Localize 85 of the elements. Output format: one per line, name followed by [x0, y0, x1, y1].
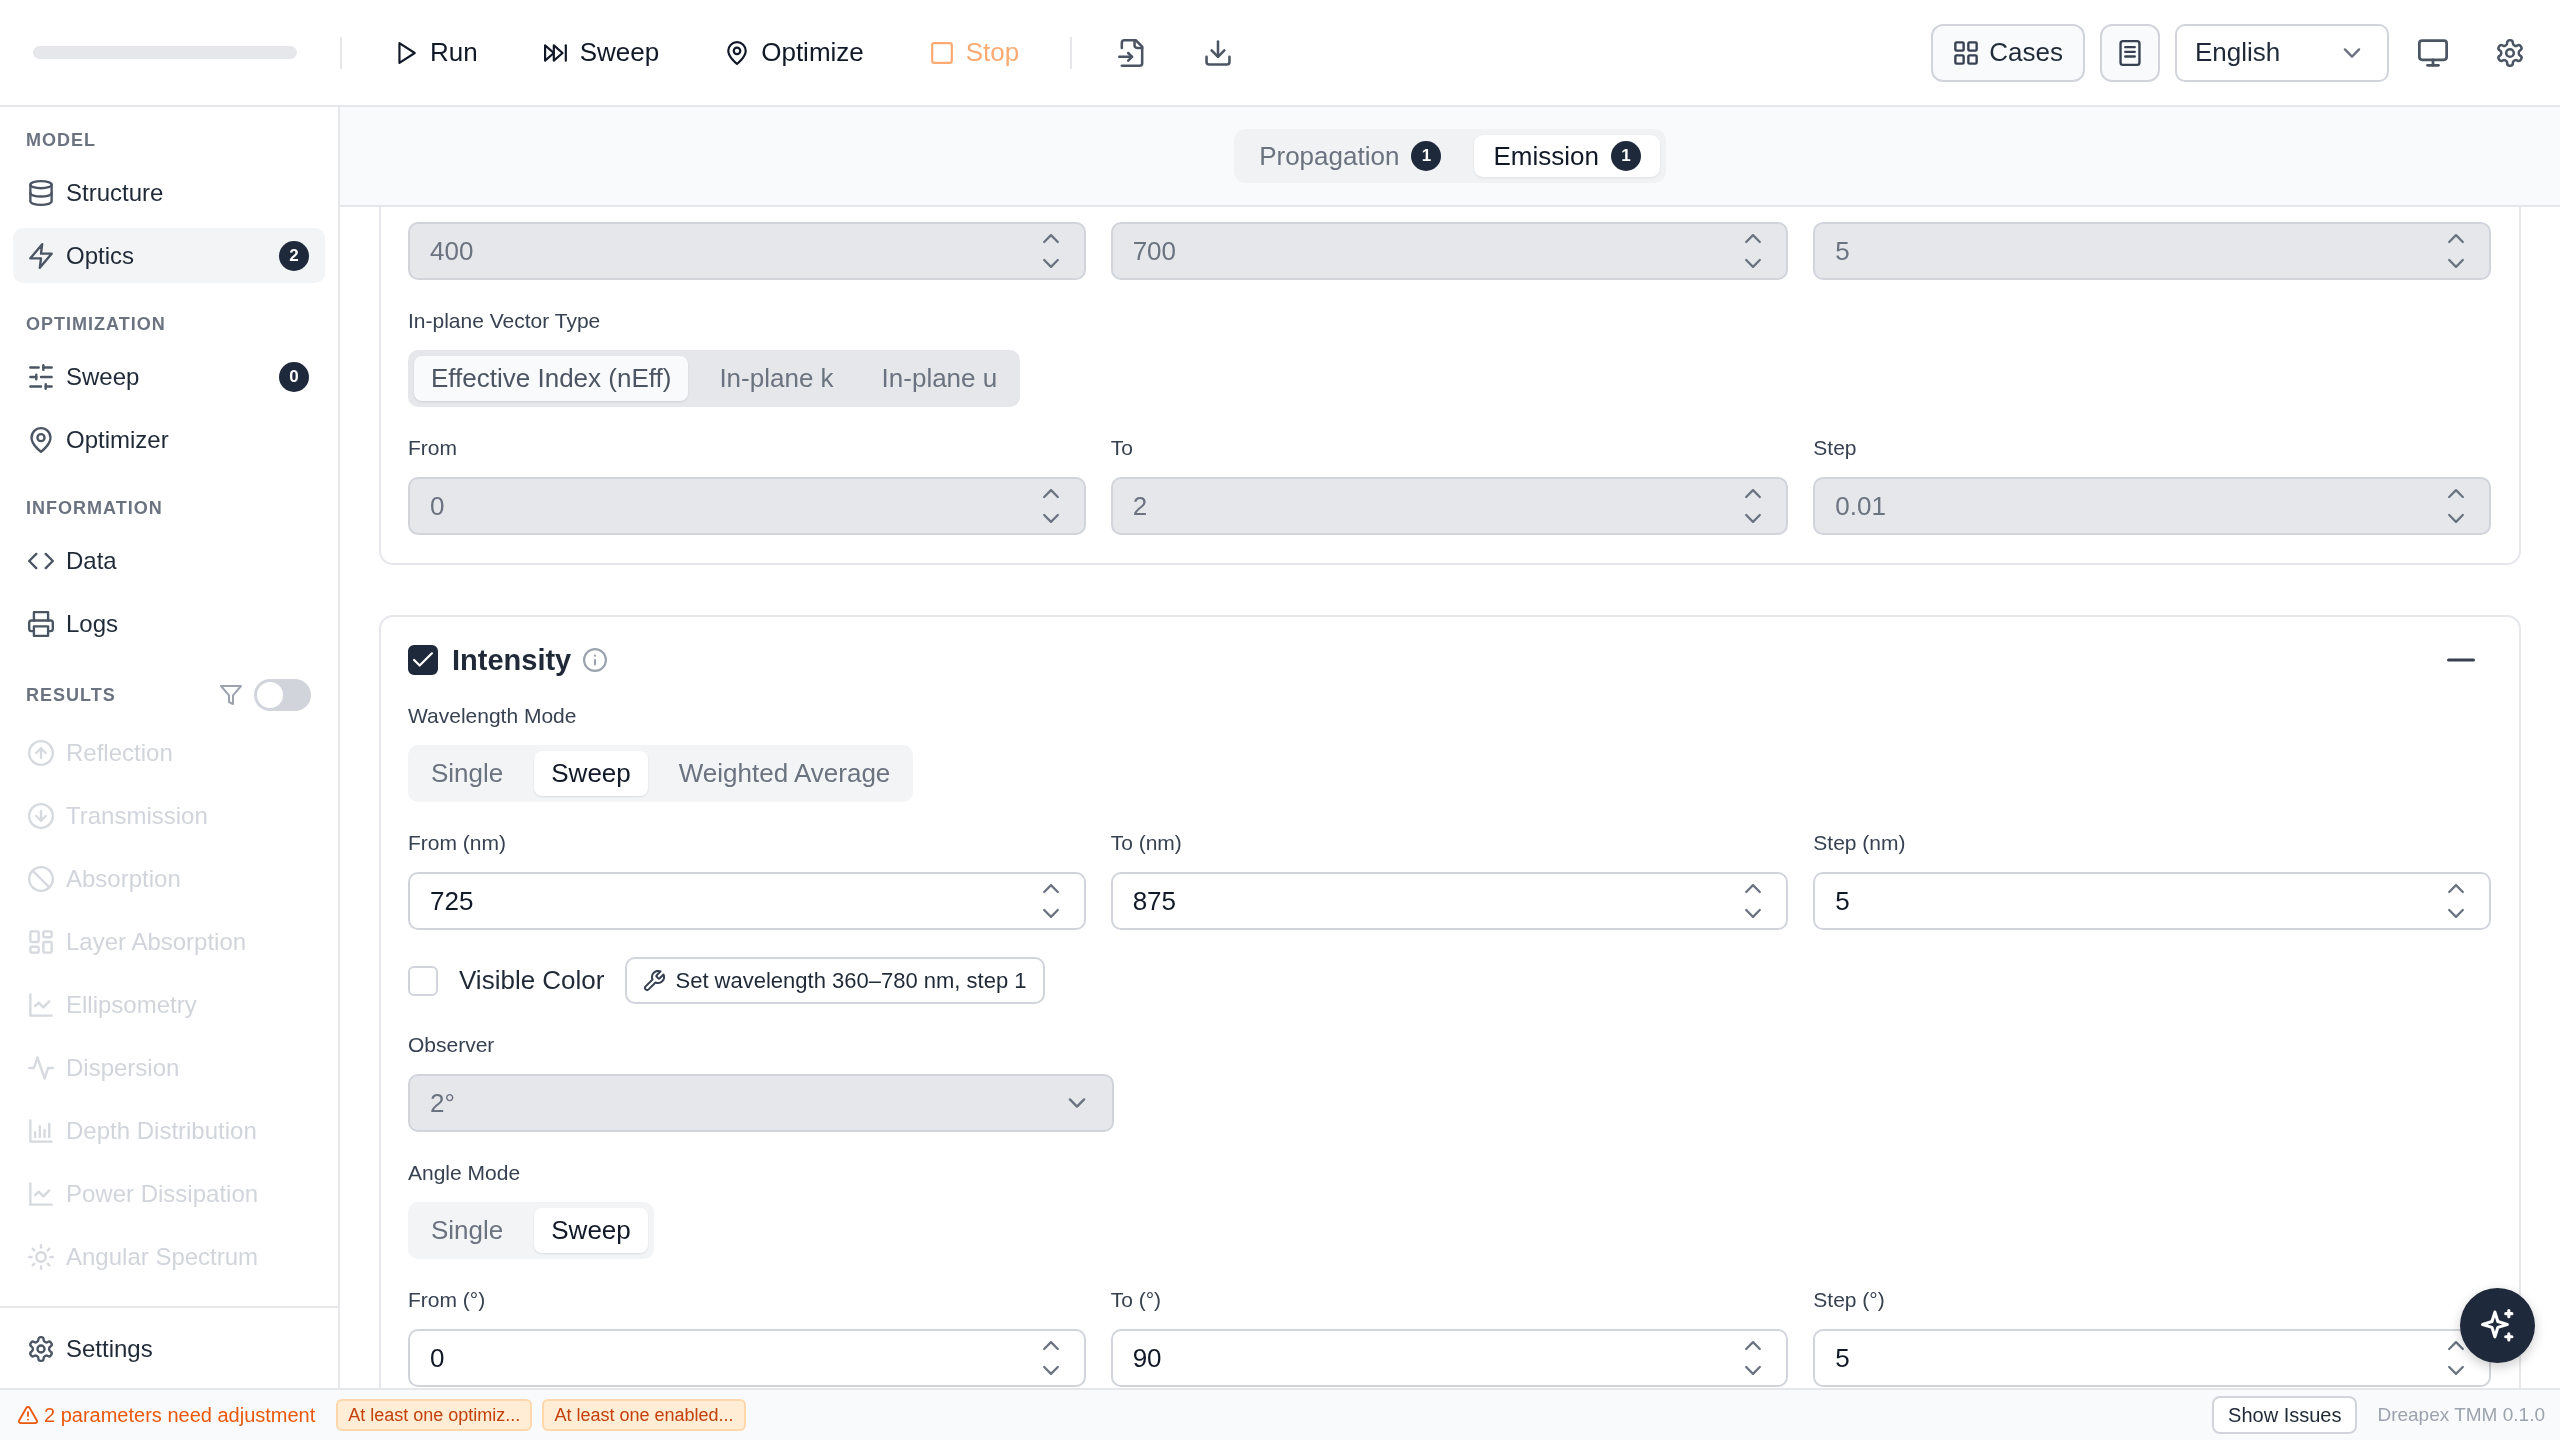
field-label: Observer	[408, 1032, 495, 1058]
segment-tab[interactable]: Sweep	[534, 1208, 648, 1253]
field-label: To (°)	[1110, 1287, 1162, 1313]
lightning-icon	[28, 242, 54, 269]
preset-button[interactable]: Set wavelength 360–780 nm, step 1	[625, 957, 1045, 1004]
field-label: Wavelength Mode	[408, 703, 577, 729]
cases-button[interactable]: Cases	[1931, 23, 2085, 82]
info-icon[interactable]	[583, 648, 608, 672]
count-badge: 2	[279, 240, 309, 271]
notebook-icon	[2117, 39, 2143, 66]
show-issues-button[interactable]: Show Issues	[2212, 1396, 2358, 1434]
field-label: Step	[1813, 435, 1857, 461]
sliders-icon	[28, 363, 54, 390]
issue-tag[interactable]: At least one optimiz...	[336, 1399, 533, 1431]
count-badge: 0	[279, 361, 309, 392]
section-heading: OPTIMIZATION	[26, 313, 166, 335]
sidebar-item[interactable]: Logs	[13, 596, 325, 651]
sidebar-item[interactable]: Optics 2	[13, 228, 325, 283]
warning-text: 2 parameters need adjustment	[44, 1403, 316, 1427]
pulse-icon	[28, 1054, 54, 1081]
version-text: Dreapex TMM 0.1.0	[2377, 1404, 2545, 1426]
segment-tab[interactable]: Single	[414, 751, 521, 796]
checkmark-icon	[413, 650, 433, 670]
sun-icon	[28, 1243, 54, 1270]
sidebar-item[interactable]: Optimizer	[13, 412, 325, 467]
database-icon	[28, 179, 54, 206]
number-field[interactable]: 0	[408, 1329, 1086, 1387]
field-label: To	[1110, 435, 1133, 461]
field-label: To (nm)	[1110, 830, 1182, 856]
field-label: Step (nm)	[1813, 830, 1906, 856]
checkbox-label: Visible Color	[459, 965, 605, 996]
filter-icon[interactable]	[220, 684, 242, 706]
number-field[interactable]: 725	[408, 872, 1086, 930]
toolbar-button[interactable]: Sweep	[527, 24, 676, 81]
sidebar-item[interactable]: Structure	[13, 165, 325, 220]
field-label: From (°)	[408, 1287, 486, 1313]
bar-chart-icon	[28, 1117, 54, 1144]
field-label: Angle Mode	[408, 1160, 521, 1186]
toggle-switch[interactable]	[254, 679, 311, 711]
section-heading: RESULTS	[26, 684, 116, 706]
warning-icon	[18, 1405, 38, 1425]
line-chart-icon	[28, 1180, 54, 1207]
toolbar-button[interactable]: Run	[378, 24, 494, 81]
ban-icon	[28, 865, 54, 892]
settings-icon	[28, 1335, 54, 1362]
view-tab[interactable]: Emission 1	[1474, 135, 1660, 177]
notebook-button[interactable]	[2100, 23, 2160, 82]
printer-icon	[28, 610, 54, 637]
view-tab[interactable]: Propagation 1	[1240, 135, 1461, 177]
settings-icon[interactable]	[2496, 38, 2524, 67]
arrow-down-circle-icon	[28, 802, 54, 829]
segment-tab[interactable]: Weighted Average	[661, 751, 908, 796]
section-title: Intensity	[452, 643, 572, 677]
issue-tag[interactable]: At least one enabled...	[542, 1399, 746, 1431]
count-badge: 1	[1411, 141, 1442, 171]
sidebar-item[interactable]: Sweep 0	[13, 349, 325, 404]
toolbar-button[interactable]: Optimize	[709, 24, 880, 81]
segment-tab[interactable]: Single	[414, 1208, 521, 1253]
number-field[interactable]: 5	[1813, 1329, 2491, 1387]
download-icon[interactable]	[1204, 38, 1233, 67]
field-label: From	[408, 435, 457, 461]
checkbox[interactable]	[408, 645, 438, 675]
number-field[interactable]: 90	[1110, 1329, 1789, 1387]
arrow-up-circle-icon	[28, 739, 54, 766]
square-icon	[929, 39, 954, 66]
grid-icon	[1953, 39, 1980, 66]
line-chart-icon	[28, 991, 54, 1018]
number-field[interactable]: 5	[1813, 872, 2491, 930]
segment-tab[interactable]: Sweep	[534, 751, 648, 796]
monitor-icon[interactable]	[2418, 37, 2448, 68]
section-heading: MODEL	[26, 129, 96, 151]
section-heading: INFORMATION	[26, 497, 163, 519]
sidebar-item[interactable]: Settings	[13, 1321, 325, 1376]
field-label: Step (°)	[1813, 1287, 1885, 1313]
number-field[interactable]: 875	[1110, 872, 1789, 930]
field-label: In-plane Vector Type	[408, 308, 601, 334]
count-badge: 1	[1610, 141, 1641, 171]
sidebar-item[interactable]: Data	[13, 533, 325, 588]
map-pin-icon	[725, 39, 750, 66]
wrench-icon	[643, 969, 666, 992]
layout-icon	[28, 928, 54, 955]
language-select[interactable]: English	[2175, 23, 2389, 82]
field-label: From (nm)	[408, 830, 506, 856]
sparkle-icon	[2480, 1308, 2515, 1343]
map-pin-icon	[28, 426, 54, 453]
